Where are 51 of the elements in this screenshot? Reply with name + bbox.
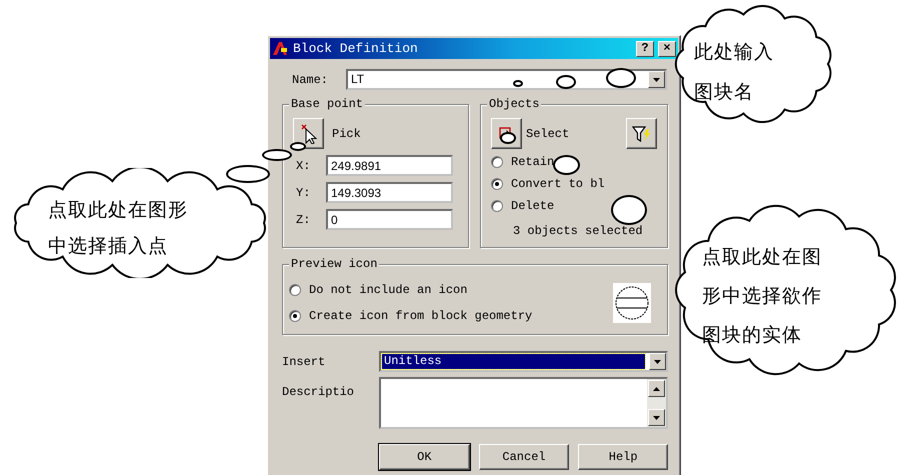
cursor-icon bbox=[300, 124, 318, 144]
field-label: Y: bbox=[295, 184, 312, 202]
cancel-button[interactable]: Cancel bbox=[478, 444, 570, 470]
radio-button[interactable] bbox=[491, 200, 503, 212]
dropdown-button[interactable] bbox=[649, 353, 666, 370]
block-preview-drawing bbox=[613, 282, 651, 322]
radio-button[interactable] bbox=[289, 284, 301, 296]
callout-text: 点取此处在图形 中选择插入点 bbox=[48, 198, 188, 259]
button-label: Select bbox=[526, 126, 570, 142]
scroll-up-button[interactable] bbox=[648, 380, 665, 397]
name-combo-field[interactable]: LT bbox=[346, 69, 667, 90]
help-button[interactable]: ? bbox=[636, 40, 654, 56]
ok-button[interactable]: OK bbox=[379, 444, 470, 470]
group-title: Base point bbox=[289, 97, 366, 111]
caret-icon bbox=[654, 360, 661, 364]
field-label: X: bbox=[295, 158, 312, 174]
units-combo-field[interactable]: Unitless bbox=[379, 351, 668, 372]
close-button[interactable]: × bbox=[658, 40, 676, 56]
field-label: Z: bbox=[295, 212, 312, 228]
caret-icon bbox=[653, 416, 660, 420]
scroll-down-button[interactable] bbox=[648, 409, 665, 426]
help-button[interactable]: Help bbox=[578, 444, 668, 470]
radio-label: Delete bbox=[511, 198, 554, 215]
scrollbar[interactable] bbox=[647, 379, 666, 427]
app-icon bbox=[272, 41, 289, 56]
quick-select-button[interactable] bbox=[626, 118, 657, 149]
callout-text: 此处输入 图块名 bbox=[694, 40, 774, 105]
radio-label: Retain bbox=[511, 154, 554, 171]
radio-button[interactable] bbox=[491, 156, 503, 168]
field-label: Insert bbox=[282, 354, 326, 370]
caret-icon bbox=[653, 386, 660, 390]
window-title: Block Definition bbox=[293, 40, 419, 58]
field-label: Name: bbox=[291, 72, 330, 88]
radio-button[interactable] bbox=[491, 178, 503, 190]
dropdown-button[interactable] bbox=[648, 71, 665, 88]
description-field[interactable] bbox=[379, 377, 668, 429]
callout-text: 点取此处在图 形中选择欲作 图块的实体 bbox=[702, 245, 822, 348]
radio-label: Convert to bl bbox=[511, 176, 605, 193]
coordinate-field[interactable]: 0 bbox=[326, 209, 453, 230]
radio-label: Create icon from block geometry bbox=[309, 308, 532, 324]
field-label: Descriptio bbox=[282, 384, 356, 401]
group-title: Objects bbox=[487, 97, 542, 111]
pick-button[interactable] bbox=[293, 118, 324, 149]
funnel-icon bbox=[632, 124, 652, 144]
caret-icon bbox=[653, 78, 660, 82]
radio-button[interactable] bbox=[289, 310, 301, 322]
coordinate-field[interactable]: 249.9891 bbox=[326, 155, 453, 176]
radio-label: Do not include an icon bbox=[309, 282, 468, 298]
selection-status: 3 objects selected bbox=[512, 223, 644, 240]
coordinate-field[interactable]: 149.3093 bbox=[326, 182, 453, 203]
button-label: Pick bbox=[332, 126, 361, 142]
